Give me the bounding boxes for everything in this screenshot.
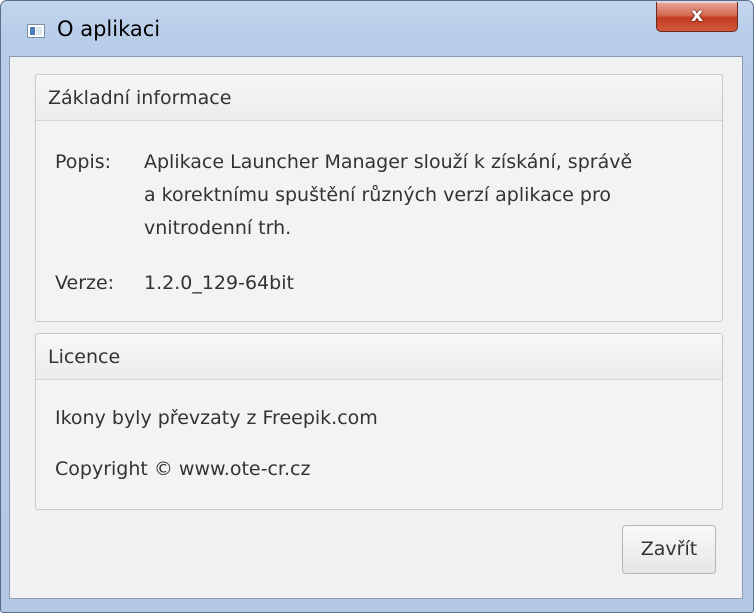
license-header: Licence	[36, 334, 722, 380]
version-label: Verze:	[55, 272, 115, 294]
close-icon: x	[690, 4, 704, 26]
window-title: O aplikaci	[57, 17, 161, 41]
description-line-3: vnitrodenní trh.	[144, 217, 292, 239]
icons-credit-text: Ikony byly převzaty z Freepik.com	[55, 407, 378, 429]
dialog-content: Základní informace Popis: Aplikace Launc…	[9, 56, 743, 599]
close-dialog-button[interactable]: Zavřít	[622, 525, 716, 574]
window-app-icon	[27, 24, 45, 38]
license-panel: Licence Ikony byly převzaty z Freepik.co…	[35, 333, 723, 510]
app-icon-pane-right	[36, 27, 42, 35]
basic-info-header: Základní informace	[36, 75, 722, 121]
copyright-text: Copyright © www.ote-cr.cz	[55, 458, 311, 480]
description-line-2: a korektnímu spuštění různých verzí apli…	[144, 184, 611, 206]
description-label: Popis:	[55, 151, 112, 173]
window-close-button[interactable]: x	[656, 2, 738, 32]
about-dialog-window: O aplikaci x Základní informace Popis: A…	[0, 0, 754, 613]
description-line-1: Aplikace Launcher Manager slouží k získá…	[144, 151, 633, 173]
basic-info-panel: Základní informace Popis: Aplikace Launc…	[35, 74, 723, 322]
app-icon-pane-left	[30, 27, 35, 35]
version-value: 1.2.0_129-64bit	[144, 272, 294, 294]
title-bar[interactable]: O aplikaci x	[1, 1, 753, 51]
